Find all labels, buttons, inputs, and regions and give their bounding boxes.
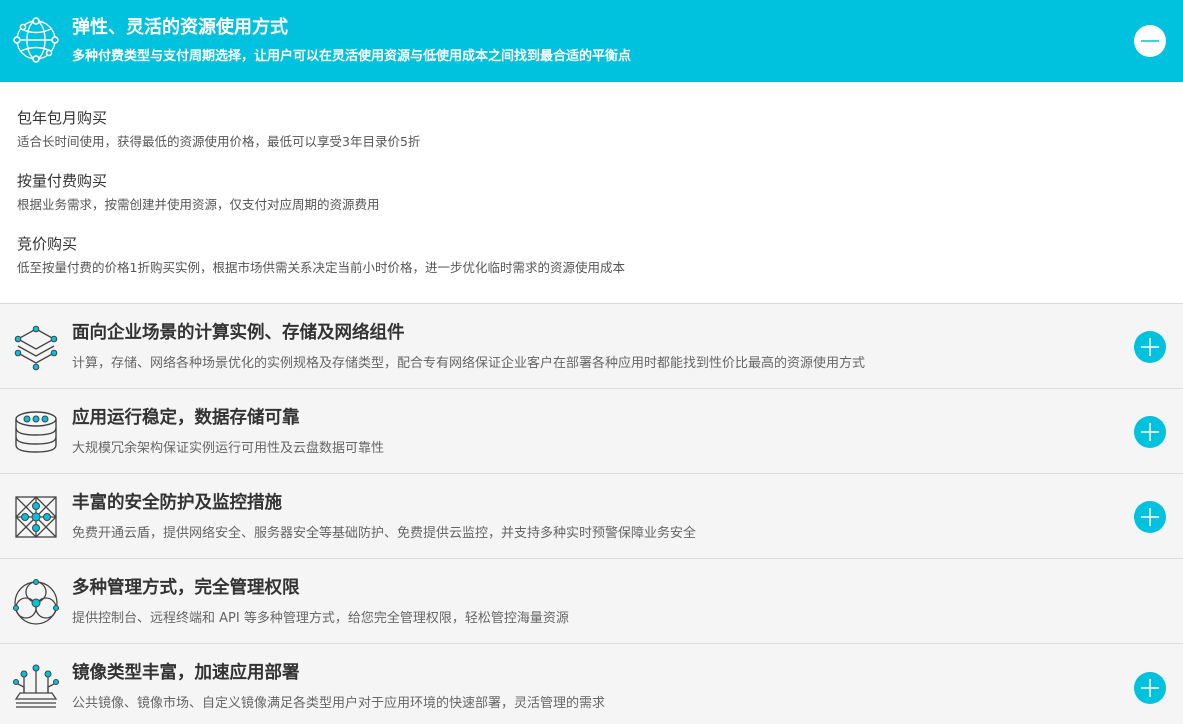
row-description: 提供控制台、远程终端和 API 等多种管理方式，给您完全管理权限，轻松管控海量资… — [72, 611, 569, 626]
expand-button[interactable] — [1134, 416, 1166, 448]
row-title: 面向企业场景的计算实例、存储及网络组件 — [72, 323, 405, 343]
collapse-icon — [1141, 40, 1159, 42]
feature-row-management[interactable]: 多种管理方式，完全管理权限 提供控制台、远程终端和 API 等多种管理方式，给您… — [0, 559, 1183, 644]
collapse-button[interactable] — [1134, 25, 1166, 57]
panel-header-flexible-resources[interactable]: 弹性、灵活的资源使用方式 多种付费类型与支付周期选择，让用户可以在灵活使用资源与… — [0, 0, 1183, 82]
option-title: 竞价购买 — [17, 235, 78, 253]
security-network-icon — [15, 496, 57, 538]
row-title: 丰富的安全防护及监控措施 — [72, 493, 282, 513]
management-rings-icon — [13, 579, 59, 625]
option-description: 低至按量付费的价格1折购买实例，根据市场供需关系决定当前小时价格，进一步优化临时… — [17, 260, 625, 275]
option-title: 包年包月购买 — [17, 109, 108, 127]
database-icon — [15, 411, 57, 453]
plus-icon — [1141, 679, 1159, 697]
image-deploy-icon — [13, 664, 59, 708]
globe-network-icon — [13, 17, 59, 63]
expand-button[interactable] — [1134, 672, 1166, 704]
option-title: 按量付费购买 — [17, 172, 108, 190]
payment-options-panel: 包年包月购买 适合长时间使用，获得最低的资源使用价格，最低可以享受3年目录价5折… — [0, 82, 1183, 304]
expand-button[interactable] — [1134, 501, 1166, 533]
option-pay-as-you-go: 按量付费购买 根据业务需求，按需创建并使用资源，仅支付对应周期的资源费用 — [17, 171, 1183, 212]
feature-row-security[interactable]: 丰富的安全防护及监控措施 免费开通云盾，提供网络安全、服务器安全等基础防护、免费… — [0, 474, 1183, 559]
option-spot: 竞价购买 低至按量付费的价格1折购买实例，根据市场供需关系决定当前小时价格，进一… — [17, 234, 1183, 275]
feature-row-compute[interactable]: 面向企业场景的计算实例、存储及网络组件 计算，存储、网络各种场景优化的实例规格及… — [0, 304, 1183, 389]
feature-row-images[interactable]: 镜像类型丰富，加速应用部署 公共镜像、镜像市场、自定义镜像满足各类型用户对于应用… — [0, 644, 1183, 723]
panel-title: 弹性、灵活的资源使用方式 — [72, 17, 288, 38]
plus-icon — [1141, 423, 1159, 441]
feature-row-stability[interactable]: 应用运行稳定，数据存储可靠 大规模冗余架构保证实例运行可用性及云盘数据可靠性 — [0, 389, 1183, 474]
panel-description: 多种付费类型与支付周期选择，让用户可以在灵活使用资源与低使用成本之间找到最合适的… — [72, 49, 632, 64]
row-title: 应用运行稳定，数据存储可靠 — [72, 408, 300, 428]
layers-icon — [14, 325, 58, 371]
row-description: 公共镜像、镜像市场、自定义镜像满足各类型用户对于应用环境的快速部署，灵活管理的需… — [72, 696, 606, 711]
expand-button[interactable] — [1134, 331, 1166, 363]
plus-icon — [1141, 508, 1159, 526]
row-title: 镜像类型丰富，加速应用部署 — [72, 663, 300, 683]
option-subscription: 包年包月购买 适合长时间使用，获得最低的资源使用价格，最低可以享受3年目录价5折 — [17, 108, 1183, 149]
option-description: 根据业务需求，按需创建并使用资源，仅支付对应周期的资源费用 — [17, 197, 380, 212]
row-description: 免费开通云盾，提供网络安全、服务器安全等基础防护、免费提供云监控，并支持多种实时… — [72, 526, 697, 541]
row-title: 多种管理方式，完全管理权限 — [72, 578, 300, 598]
row-description: 大规模冗余架构保证实例运行可用性及云盘数据可靠性 — [72, 441, 385, 456]
row-description: 计算，存储、网络各种场景优化的实例规格及存储类型，配合专有网络保证企业客户在部署… — [72, 356, 866, 371]
plus-icon — [1141, 338, 1159, 356]
option-description: 适合长时间使用，获得最低的资源使用价格，最低可以享受3年目录价5折 — [17, 134, 421, 149]
